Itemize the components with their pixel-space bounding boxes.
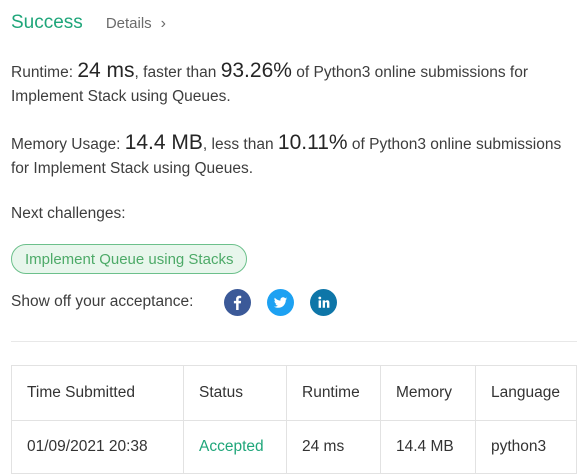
column-header-language: Language [475,365,577,421]
linkedin-icon[interactable] [310,288,338,316]
result-header: Success Details › [11,12,166,34]
column-header-memory: Memory [380,365,476,421]
next-challenges-label: Next challenges: [11,205,126,222]
runtime-stat: Runtime: 24 ms, faster than 93.26% of Py… [11,59,577,109]
cell-memory: 14.4 MB [380,420,476,474]
details-label: Details [105,15,152,32]
cell-language: python3 [475,420,577,474]
cell-status-accepted[interactable]: Accepted [183,420,287,474]
memory-stat: Memory Usage: 14.4 MB, less than 10.11% … [11,131,577,181]
divider [11,341,577,342]
table-row[interactable]: 01/09/2021 20:38 Accepted 24 ms 14.4 MB … [11,420,577,474]
memory-label: Memory Usage: [11,136,125,153]
memory-percent: 10.11% [277,131,348,154]
memory-middle: , less than [202,136,278,153]
runtime-value: 24 ms [77,59,135,82]
cell-runtime: 24 ms [286,420,381,474]
column-header-runtime: Runtime [286,365,381,421]
runtime-middle: , faster than [134,64,221,81]
challenge-chip[interactable]: Implement Queue using Stacks [11,244,248,274]
details-link[interactable]: Details › [106,15,166,33]
share-row: Show off your acceptance: [11,288,338,316]
facebook-icon[interactable] [224,288,252,316]
table-header-row: Time Submitted Status Runtime Memory Lan… [11,365,577,421]
column-header-time-submitted: Time Submitted [11,365,184,421]
column-header-status: Status [183,365,287,421]
chevron-right-icon: › [160,14,166,32]
memory-value: 14.4 MB [124,131,203,154]
runtime-label: Runtime: [11,64,78,81]
submissions-table: Time Submitted Status Runtime Memory Lan… [11,365,577,474]
twitter-icon[interactable] [267,288,295,316]
share-label: Show off your acceptance: [11,293,194,310]
status-title: Success [11,12,83,33]
runtime-percent: 93.26% [220,59,292,82]
cell-time-submitted: 01/09/2021 20:38 [11,420,184,474]
